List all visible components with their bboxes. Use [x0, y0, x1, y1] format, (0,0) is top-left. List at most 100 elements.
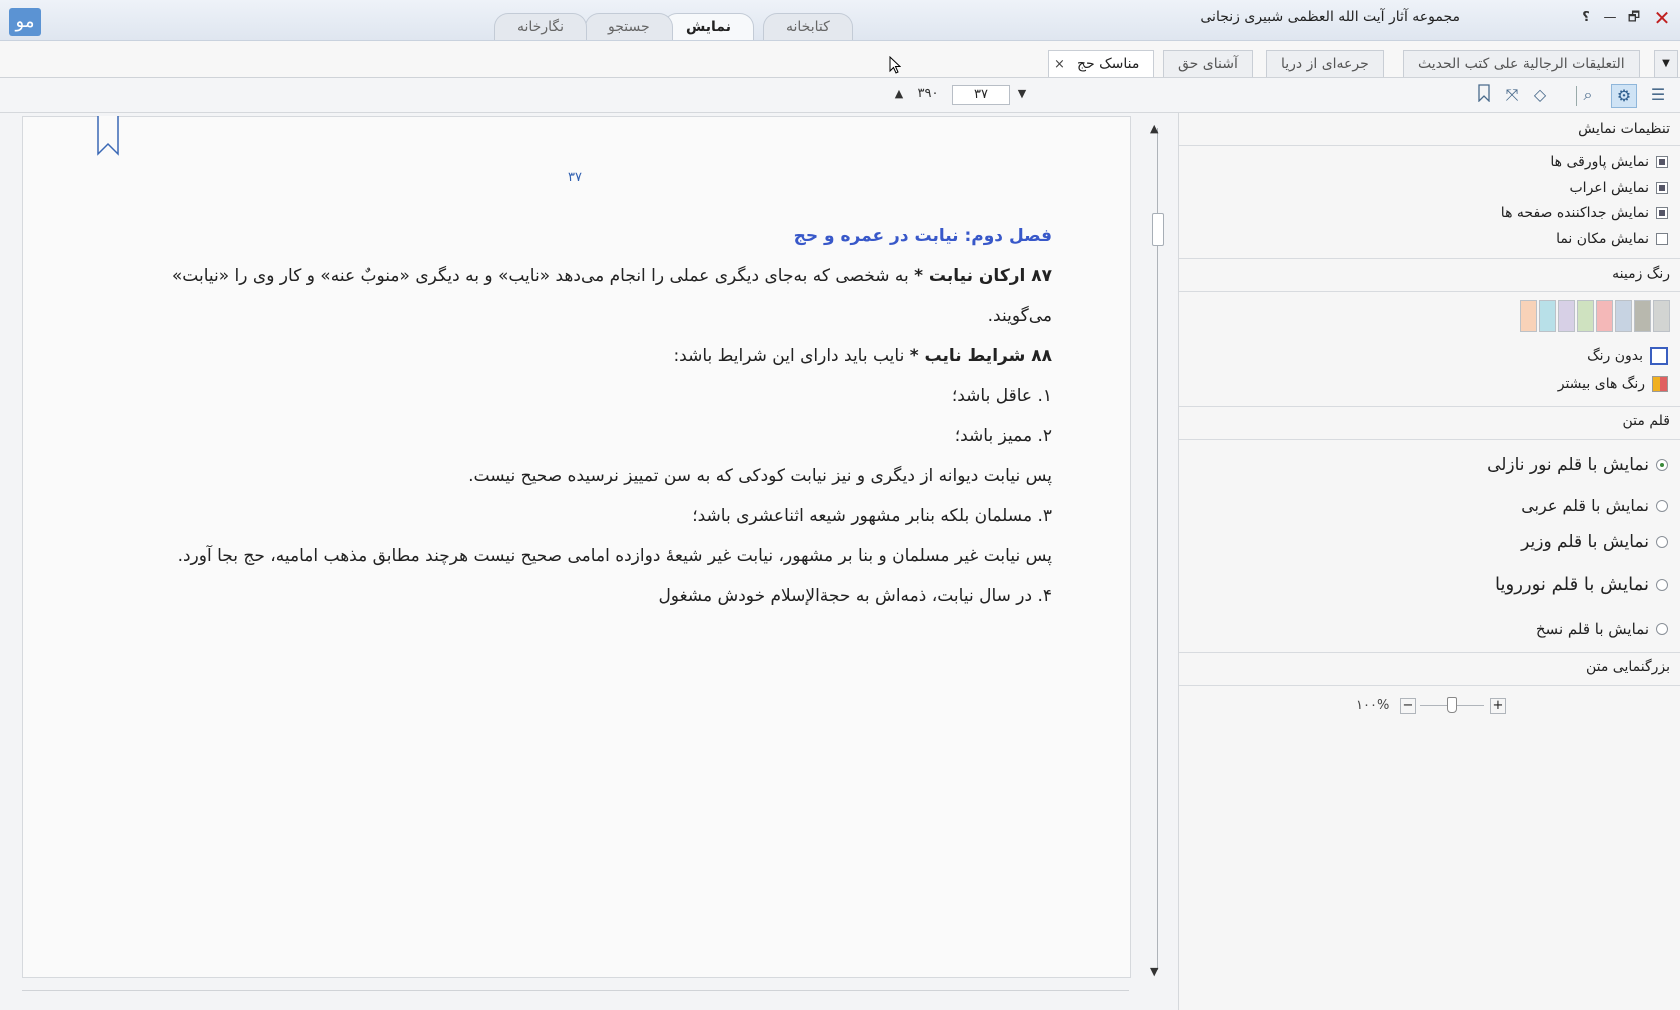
diacritics-checkbox[interactable] [1656, 182, 1668, 194]
option-label: نمایش با قلم نور نازلی [1487, 455, 1649, 475]
tab-gallery[interactable]: نگارخانه [494, 13, 587, 40]
zoom-in-button[interactable]: + [1490, 698, 1506, 714]
viewer-toolbar [0, 78, 1680, 113]
font-option-vazir[interactable]: نمایش با قلم وزیر [1521, 532, 1668, 552]
paragraph-88-title: ۸۸ شرایط نایب * [909, 346, 1052, 366]
total-pages: ۳۹۰ [917, 86, 939, 101]
previous-page-arrow-icon[interactable]: ▲ [891, 86, 907, 102]
page-separators-checkbox[interactable] [1656, 207, 1668, 219]
minimize-window-button[interactable]: — [1600, 9, 1620, 27]
display-settings-title: تنظیمات نمایش [1578, 121, 1670, 137]
option-show-page-separators[interactable]: نمایش جداکننده صفحه ها [1501, 205, 1668, 221]
note-item-2: پس نیابت دیوانه از دیگری و نیز نیابت کود… [468, 466, 1052, 486]
list-item-1: ۱. عاقل باشد؛ [951, 386, 1052, 406]
font-radio[interactable] [1656, 459, 1668, 471]
option-label: نمایش مکان نما [1556, 231, 1649, 247]
scrollbar-track[interactable] [1157, 128, 1158, 970]
page-bookmark-icon[interactable] [96, 116, 120, 156]
paragraph-87-title: ۸۷ ارکان نیابت * [914, 266, 1052, 286]
paragraph-87-continuation: می‌گویند. [987, 306, 1052, 326]
font-radio[interactable] [1656, 499, 1668, 512]
help-button[interactable]: ؟ [1576, 9, 1596, 27]
scroll-down-arrow-icon[interactable]: ▼ [1150, 965, 1158, 978]
doctab-taliqat[interactable]: التعلیقات الرجالیة علی کتب الحدیث [1403, 50, 1640, 77]
font-radio[interactable] [1656, 578, 1668, 591]
font-option-noor-nazli[interactable]: نمایش با قلم نور نازلی [1487, 455, 1668, 475]
next-page-arrow-icon[interactable]: ▼ [1014, 86, 1030, 102]
color-swatch[interactable] [1558, 300, 1575, 332]
eraser-icon[interactable]: ◇ [1528, 84, 1552, 106]
page-separator [22, 990, 1129, 991]
option-label: نمایش با قلم نوررویا [1495, 574, 1649, 595]
app-logo-icon: ﻣﻮ [9, 8, 41, 36]
option-label: نمایش با قلم نسخ [1535, 620, 1649, 638]
settings-panel [1178, 113, 1680, 1010]
cursor-checkbox[interactable] [1656, 233, 1668, 245]
font-radio[interactable] [1656, 536, 1668, 548]
close-window-button[interactable]: ✕ [1652, 8, 1672, 28]
no-color-swatch[interactable] [1650, 347, 1668, 365]
option-label: بدون رنگ [1587, 348, 1643, 364]
font-option-noor-roya[interactable]: نمایش با قلم نوررویا [1495, 574, 1668, 595]
bookmark-icon[interactable] [1472, 84, 1496, 106]
doctab-jorei[interactable]: جرعه‌ای از دریا [1266, 50, 1384, 77]
settings-icon[interactable]: ⚙ [1611, 84, 1637, 108]
color-swatch[interactable] [1634, 300, 1651, 332]
option-label: نمایش با قلم وزیر [1521, 532, 1649, 552]
tab-search[interactable]: جستجو [585, 13, 673, 40]
font-option-naskh[interactable]: نمایش با قلم نسخ [1536, 620, 1668, 638]
paragraph-87: ۸۷ ارکان نیابت * به شخصی که به‌جای دیگری… [172, 266, 1052, 286]
zoom-out-button[interactable]: − [1400, 698, 1416, 714]
option-label: نمایش با قلم عربی [1521, 496, 1649, 515]
option-label: رنگ های بیشتر [1557, 376, 1645, 392]
scroll-up-arrow-icon[interactable]: ▲ [1150, 122, 1158, 135]
font-radio[interactable] [1656, 623, 1668, 635]
option-label: نمایش اعراب [1569, 180, 1650, 196]
color-swatch[interactable] [1653, 300, 1670, 332]
background-color-title: رنگ زمینه [1612, 266, 1670, 282]
option-show-cursor[interactable]: نمایش مکان نما [1556, 231, 1668, 247]
color-swatch[interactable] [1539, 300, 1556, 332]
doctab-ashnaye-hagh[interactable]: آشنای حق [1163, 50, 1253, 77]
zoom-slider-thumb[interactable] [1447, 697, 1457, 713]
restore-window-button[interactable]: 🗗 [1624, 9, 1644, 27]
mouse-cursor-icon [889, 55, 902, 74]
option-show-diacritics[interactable]: نمایش اعراب [1569, 180, 1668, 196]
fullscreen-icon[interactable]: ⤧ [1500, 84, 1524, 106]
list-item-3: ۳. مسلمان بلکه بنابر مشهور شیعه اثناعشری… [692, 506, 1052, 526]
color-swatch[interactable] [1577, 300, 1594, 332]
list-icon[interactable]: ☰ [1646, 84, 1670, 106]
color-swatch[interactable] [1596, 300, 1613, 332]
palette-icon[interactable] [1652, 376, 1668, 392]
text-zoom-title: بزرگنمایی متن [1585, 659, 1670, 675]
text-font-header [1179, 406, 1680, 440]
paragraph-87-text: به شخصی که به‌جای دیگری عملی را انجام می… [171, 266, 915, 286]
option-no-color[interactable]: بدون رنگ [1587, 347, 1668, 365]
option-label: نمایش جداکننده صفحه ها [1500, 205, 1649, 221]
note-item-3: پس نیابت غیر مسلمان و بنا بر مشهور، نیاب… [177, 546, 1052, 566]
scrollbar-thumb[interactable] [1152, 213, 1164, 246]
page-number-input[interactable]: ۳۷ [952, 85, 1010, 105]
background-color-header [1179, 258, 1680, 292]
section-heading: فصل دوم: نیابت در عمره و حج [793, 226, 1052, 246]
option-label: نمایش پاورقی ها [1550, 154, 1649, 170]
window-title: مجموعه آثار آیت الله العظمی شبیری زنجانی [1200, 9, 1460, 25]
page-number-label: ۳۷ [568, 170, 582, 185]
option-show-footnotes[interactable]: نمایش پاورقی ها [1550, 154, 1668, 170]
list-item-2: ۲. ممیز باشد؛ [954, 426, 1052, 446]
option-more-colors[interactable]: رنگ های بیشتر [1558, 376, 1668, 392]
text-font-title: قلم متن [1622, 413, 1670, 429]
tab-library[interactable]: کتابخانه [763, 13, 853, 40]
color-swatch[interactable] [1615, 300, 1632, 332]
list-item-4: ۴. در سال نیابت، ذمه‌اش به حجةالإسلام خو… [658, 586, 1052, 606]
tab-display[interactable]: نمایش [663, 13, 754, 40]
paragraph-88: ۸۸ شرایط نایب * نایب باید دارای این شرای… [673, 346, 1052, 366]
font-option-arabic[interactable]: نمایش با قلم عربی [1521, 496, 1668, 515]
zoom-value: ۱۰۰% [1356, 698, 1390, 713]
color-swatch[interactable] [1520, 300, 1537, 332]
close-tab-icon[interactable]: × [1054, 57, 1065, 72]
tab-list-dropdown[interactable]: ▼ [1654, 50, 1678, 78]
paragraph-88-text: نایب باید دارای این شرایط باشد: [673, 346, 910, 366]
footnotes-checkbox[interactable] [1656, 156, 1668, 168]
search-icon[interactable]: ⌕ [1576, 84, 1600, 106]
